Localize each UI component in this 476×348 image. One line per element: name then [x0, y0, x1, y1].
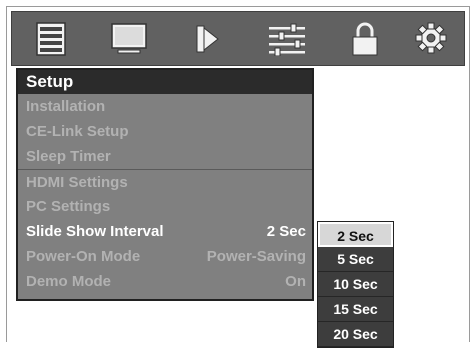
menu-item-ce-link-setup[interactable]: CE-Link Setup: [18, 119, 312, 144]
menu-item-label: Sleep Timer: [26, 148, 111, 165]
interval-option[interactable]: 10 Sec: [318, 272, 393, 297]
lock-icon: [352, 22, 378, 55]
interval-options-list: 2 Sec 5 Sec 10 Sec 15 Sec 20 Sec: [317, 221, 394, 348]
picture-icon: [111, 22, 147, 53]
sound-menu-tab[interactable]: [174, 12, 244, 65]
menu-item-pc-settings[interactable]: PC Settings: [18, 194, 312, 219]
menu-item-label: HDMI Settings: [26, 174, 128, 191]
interval-option-selected[interactable]: 2 Sec: [318, 222, 393, 247]
setup-menu: Setup Installation CE-Link Setup Sleep T…: [16, 68, 314, 301]
settings-gear-icon: [415, 22, 447, 53]
main-menu-bar: [11, 11, 465, 66]
menu-item-label: PC Settings: [26, 198, 111, 215]
setup-menu-tab[interactable]: [16, 12, 86, 65]
menu-item-value: On: [285, 273, 306, 290]
picture-menu-tab[interactable]: [94, 12, 164, 65]
interval-option[interactable]: 5 Sec: [318, 247, 393, 272]
menu-item-demo-mode[interactable]: Demo Mode On: [18, 269, 312, 294]
setup-menu-icon: [36, 21, 66, 56]
menu-item-label: Installation: [26, 98, 106, 115]
menu-item-slide-show-interval[interactable]: Slide Show Interval 2 Sec: [18, 219, 312, 244]
interval-option[interactable]: 20 Sec: [318, 322, 393, 347]
interval-option[interactable]: 15 Sec: [318, 297, 393, 322]
menu-item-label: CE-Link Setup: [26, 123, 129, 140]
menu-item-label: Slide Show Interval: [26, 223, 164, 240]
menu-item-hdmi-settings[interactable]: HDMI Settings: [18, 169, 312, 194]
menu-item-label: Demo Mode: [26, 273, 112, 290]
menu-item-sleep-timer[interactable]: Sleep Timer: [18, 144, 312, 169]
settings-menu-tab[interactable]: [396, 12, 466, 65]
menu-item-installation[interactable]: Installation: [18, 94, 312, 119]
adjust-menu-tab[interactable]: [252, 12, 322, 65]
menu-item-value: Power-Saving: [206, 248, 306, 265]
setup-menu-title: Setup: [18, 70, 312, 94]
menu-item-power-on-mode[interactable]: Power-On Mode Power-Saving: [18, 244, 312, 269]
menu-item-label: Power-On Mode: [26, 248, 141, 265]
sound-icon: [196, 25, 219, 52]
lock-menu-tab[interactable]: [330, 12, 400, 65]
menu-item-value: 2 Sec: [266, 223, 306, 240]
adjust-icon: [269, 23, 305, 56]
